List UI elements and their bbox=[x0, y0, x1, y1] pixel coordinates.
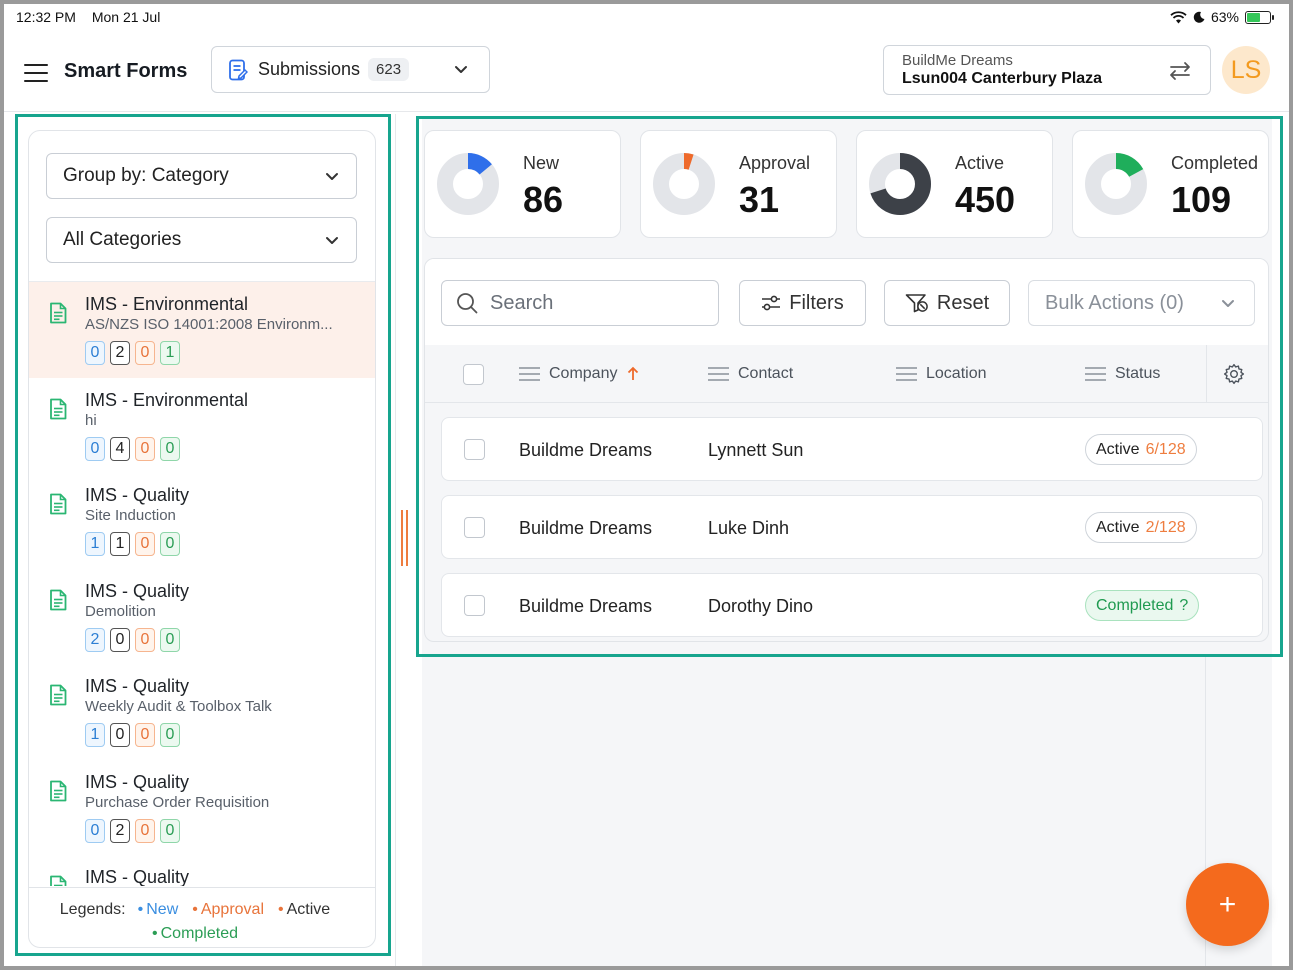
category-subtitle: Weekly Audit & Toolbox Talk bbox=[85, 698, 272, 715]
document-icon bbox=[50, 780, 67, 801]
category-list[interactable]: IMS - Environmental AS/NZS ISO 14001:2008… bbox=[29, 281, 375, 886]
count-badges: 1100 bbox=[85, 532, 375, 556]
document-icon bbox=[50, 398, 67, 419]
status-bar: 12:32 PM Mon 21 Jul 63% bbox=[4, 4, 1289, 30]
view-selector[interactable]: Submissions 623 bbox=[211, 46, 490, 93]
category-item[interactable]: IMS - Environmental hi 0 4 0 0 bbox=[29, 378, 375, 474]
category-item[interactable]: IMS - Quality Weekly Audit & Toolbox Talk… bbox=[29, 664, 375, 760]
document-icon bbox=[50, 589, 67, 610]
count-badge-new: 1 bbox=[85, 532, 105, 556]
count-badges: 0400 bbox=[85, 436, 375, 461]
avatar[interactable]: LS bbox=[1222, 46, 1270, 94]
app-header: Smart Forms Submissions 623 BuildMe Drea… bbox=[4, 30, 1289, 112]
legend: Legends: New Approval Active Completed bbox=[29, 887, 375, 947]
count-badge-appr: 0 bbox=[110, 627, 130, 652]
count-badge-new: 0 bbox=[85, 818, 105, 843]
category-subtitle: Purchase Order Requisition bbox=[85, 793, 270, 811]
category-item[interactable]: IMS - Quality Purchase Order Requisition 0… bbox=[29, 760, 375, 856]
legend-completed: Completed bbox=[152, 925, 238, 942]
category-filter-label: All Categories bbox=[63, 229, 182, 250]
count-badge-new: 1 bbox=[85, 723, 105, 747]
category-item[interactable]: IMS - Quality Demolition 2 0 0 0 bbox=[29, 569, 375, 665]
count-badge-new: 0 bbox=[85, 436, 105, 461]
legend-approval: Approval bbox=[192, 901, 264, 918]
app-window: 12:32 PM Mon 21 Jul 63% Smart Forms Subm… bbox=[4, 4, 1289, 966]
category-subtitle: hi bbox=[85, 411, 97, 429]
battery-percent: 63% bbox=[1210, 9, 1239, 25]
count-badge-comp: 0 bbox=[160, 818, 180, 843]
moon-icon bbox=[1193, 11, 1205, 23]
project-switcher[interactable]: BuildMe Dreams Lsun004 Canterbury Plaza bbox=[883, 45, 1211, 95]
document-icon bbox=[50, 302, 67, 324]
form-icon bbox=[229, 59, 248, 80]
status-time: 12:32 PM bbox=[16, 9, 76, 25]
count-badge-act: 0 bbox=[135, 818, 155, 843]
group-by-dropdown[interactable]: Group by: Category bbox=[46, 153, 357, 199]
project-name: Lsun004 Canterbury Plaza bbox=[902, 70, 1103, 87]
document-icon bbox=[50, 875, 67, 886]
count-badge-new: 2 bbox=[85, 627, 105, 652]
count-badge-appr: 2 bbox=[110, 341, 130, 365]
chevron-down-icon bbox=[326, 173, 338, 180]
legend-label: Legends: bbox=[59, 901, 126, 918]
count-badge-appr: 4 bbox=[110, 436, 130, 461]
category-subtitle: AS/NZS ISO 14001:2008 Environm... bbox=[85, 316, 333, 333]
document-icon bbox=[50, 493, 67, 515]
count-badge-act: 0 bbox=[135, 723, 155, 747]
content-highlight bbox=[416, 116, 1283, 657]
count-badge-appr: 2 bbox=[110, 818, 130, 843]
submission-count-badge: 623 bbox=[368, 58, 410, 81]
category-title: IMS - Quality bbox=[85, 485, 190, 505]
count-badge-act: 0 bbox=[135, 627, 155, 652]
category-item[interactable]: IMS - Environmental AS/NZS ISO 14001:2008… bbox=[29, 282, 375, 378]
resize-handle[interactable] bbox=[401, 510, 409, 566]
count-badge-new: 0 bbox=[85, 341, 105, 365]
count-badge-comp: 0 bbox=[160, 532, 180, 556]
category-filter-dropdown[interactable]: All Categories bbox=[46, 217, 357, 263]
count-badge-act: 0 bbox=[135, 436, 155, 461]
view-selector-label: Submissions bbox=[258, 59, 361, 79]
chevron-down-icon bbox=[326, 237, 338, 244]
count-badges: 2000 bbox=[85, 627, 375, 652]
count-badges: 0200 bbox=[85, 818, 375, 843]
category-title: IMS - Quality bbox=[85, 580, 190, 601]
legend-active: Active bbox=[278, 901, 330, 918]
chevron-down-icon bbox=[455, 66, 467, 73]
organization-name: BuildMe Dreams bbox=[902, 52, 1013, 69]
battery-icon bbox=[1245, 10, 1274, 24]
count-badge-comp: 0 bbox=[160, 723, 180, 747]
swap-icon[interactable] bbox=[1168, 60, 1192, 82]
count-badge-comp: 1 bbox=[160, 341, 180, 365]
count-badge-appr: 1 bbox=[110, 532, 130, 556]
document-icon bbox=[50, 684, 67, 706]
category-subtitle: Demolition bbox=[85, 602, 156, 620]
category-sidebar: Group by: Category All Categories IMS - … bbox=[28, 130, 376, 948]
menu-icon[interactable] bbox=[24, 64, 48, 82]
status-date: Mon 21 Jul bbox=[91, 9, 161, 25]
category-title: IMS - Environmental bbox=[85, 389, 249, 410]
group-by-label: Group by: Category bbox=[63, 165, 229, 186]
category-title: IMS - Quality bbox=[85, 676, 190, 696]
count-badges: 0201 bbox=[85, 341, 375, 365]
legend-new: New bbox=[138, 901, 179, 918]
count-badge-comp: 0 bbox=[160, 627, 180, 652]
count-badge-act: 0 bbox=[135, 341, 155, 365]
wifi-icon bbox=[1170, 10, 1187, 23]
panel-divider bbox=[395, 114, 396, 966]
count-badge-appr: 0 bbox=[110, 723, 130, 747]
category-title: IMS - Quality bbox=[85, 867, 190, 886]
add-submission-button[interactable]: + bbox=[1186, 863, 1269, 946]
count-badges: 1000 bbox=[85, 723, 375, 747]
count-badge-act: 0 bbox=[135, 532, 155, 556]
category-subtitle: Site Induction bbox=[85, 507, 176, 524]
category-title: IMS - Environmental bbox=[85, 294, 249, 314]
category-item[interactable]: IMS - Quality bbox=[29, 855, 375, 886]
category-title: IMS - Quality bbox=[85, 771, 190, 792]
count-badge-comp: 0 bbox=[160, 436, 180, 461]
app-title: Smart Forms bbox=[64, 60, 188, 82]
category-item[interactable]: IMS - Quality Site Induction 1 1 0 0 bbox=[29, 473, 375, 569]
